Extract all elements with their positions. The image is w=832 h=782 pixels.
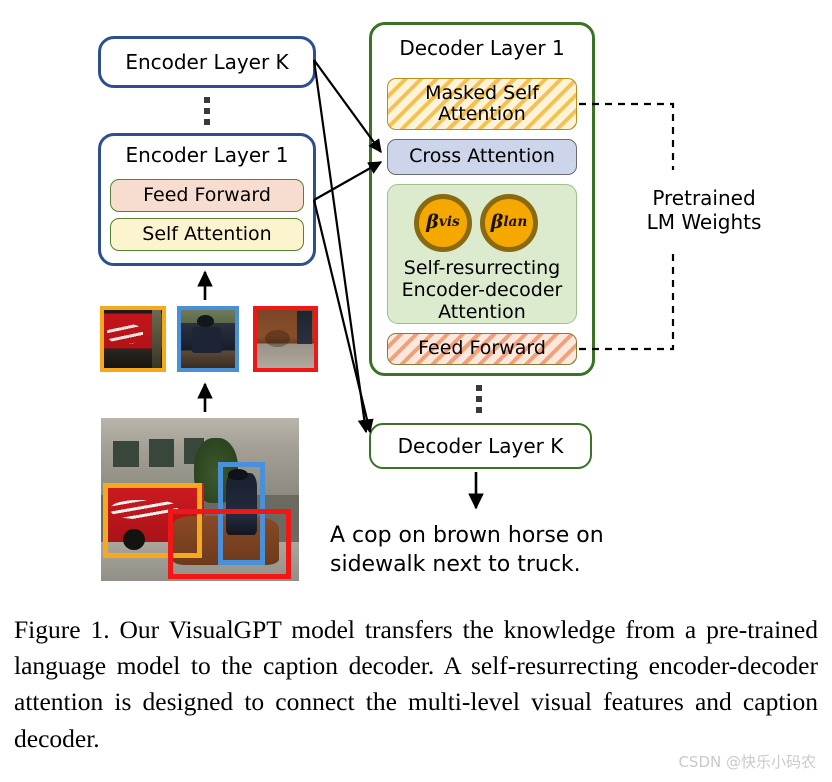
encoder-feed-forward-block: Feed Forward [110, 179, 304, 212]
beta-lan-symbol: β [490, 211, 504, 234]
srd-label-line-2: Encoder-decoder [401, 279, 563, 301]
decoder-layer-k-label: Decoder Layer K [397, 433, 564, 458]
masked-self-attention-block: Masked Self Attention [387, 78, 577, 130]
decoder-layer-1-label: Decoder Layer 1 [399, 36, 565, 60]
arrow-encoder-1-to-decoder-k [312, 199, 374, 434]
generated-caption: A cop on brown horse on sidewalk next to… [330, 522, 660, 579]
decoder-layer-k-box: Decoder Layer K [369, 423, 592, 469]
pretrained-line-2: LM Weights [646, 210, 762, 234]
self-resurrecting-encoder-decoder-attention-block: β vis β lan Self-resurrecting Encoder-deco… [387, 184, 577, 324]
input-image [101, 418, 299, 581]
encoder-layer-k-label: Encoder Layer K [125, 49, 289, 74]
truck-crop-image [104, 310, 162, 368]
beta-lan-superscript: lan [503, 214, 528, 231]
pretrained-lm-weights-label: Pretrained LM Weights [608, 186, 800, 234]
encoder-self-attention-label: Self Attention [142, 222, 272, 245]
beta-lan-circle: β lan [480, 194, 538, 252]
encoder-feed-forward-label: Feed Forward [143, 183, 271, 206]
figure-caption: Figure 1. Our VisualGPT model transfers … [14, 612, 818, 757]
beta-vis-symbol: β [426, 211, 439, 234]
figure-caption-label: Figure 1. [14, 615, 110, 644]
region-crop-officer [177, 306, 239, 372]
horse-crop-image [257, 310, 314, 368]
officer-crop-image [181, 310, 235, 368]
decoder-feed-forward-block: Feed Forward [387, 333, 577, 365]
figure-caption-text: Our VisualGPT model transfers the knowle… [14, 615, 818, 753]
encoder-ellipsis [204, 97, 210, 125]
encoder-layer-k-box: Encoder Layer K [98, 36, 316, 88]
generated-caption-line-2: sidewalk next to truck. [330, 551, 581, 577]
bounding-box-horse [168, 509, 292, 580]
srd-label-line-3: Attention [438, 301, 526, 323]
masked-self-attention-label: Masked Self Attention [425, 81, 539, 125]
decoder-feed-forward-label: Feed Forward [418, 337, 546, 360]
encoder-self-attention-block: Self Attention [110, 218, 304, 251]
region-crop-horse [253, 306, 318, 372]
region-crop-truck [100, 306, 166, 372]
csdn-watermark: CSDN @快乐小码农 [678, 753, 816, 771]
decoder-ellipsis [476, 385, 482, 413]
pretrained-line-1: Pretrained [652, 186, 756, 210]
figure-1-diagram: Encoder Layer K Encoder Layer 1 Feed For… [0, 0, 832, 782]
cross-attention-block: Cross Attention [387, 139, 577, 175]
beta-vis-superscript: vis [438, 214, 460, 231]
beta-vis-circle: β vis [414, 194, 472, 252]
srd-label-line-1: Self-resurrecting [403, 257, 561, 279]
building-window-2 [148, 439, 175, 467]
cross-attention-label: Cross Attention [409, 145, 555, 168]
arrow-encoder-k-to-decoder-k [312, 59, 371, 434]
encoder-layer-1-label: Encoder Layer 1 [125, 143, 289, 167]
generated-caption-line-1: A cop on brown horse on [330, 523, 604, 548]
building-window-1 [112, 440, 139, 467]
